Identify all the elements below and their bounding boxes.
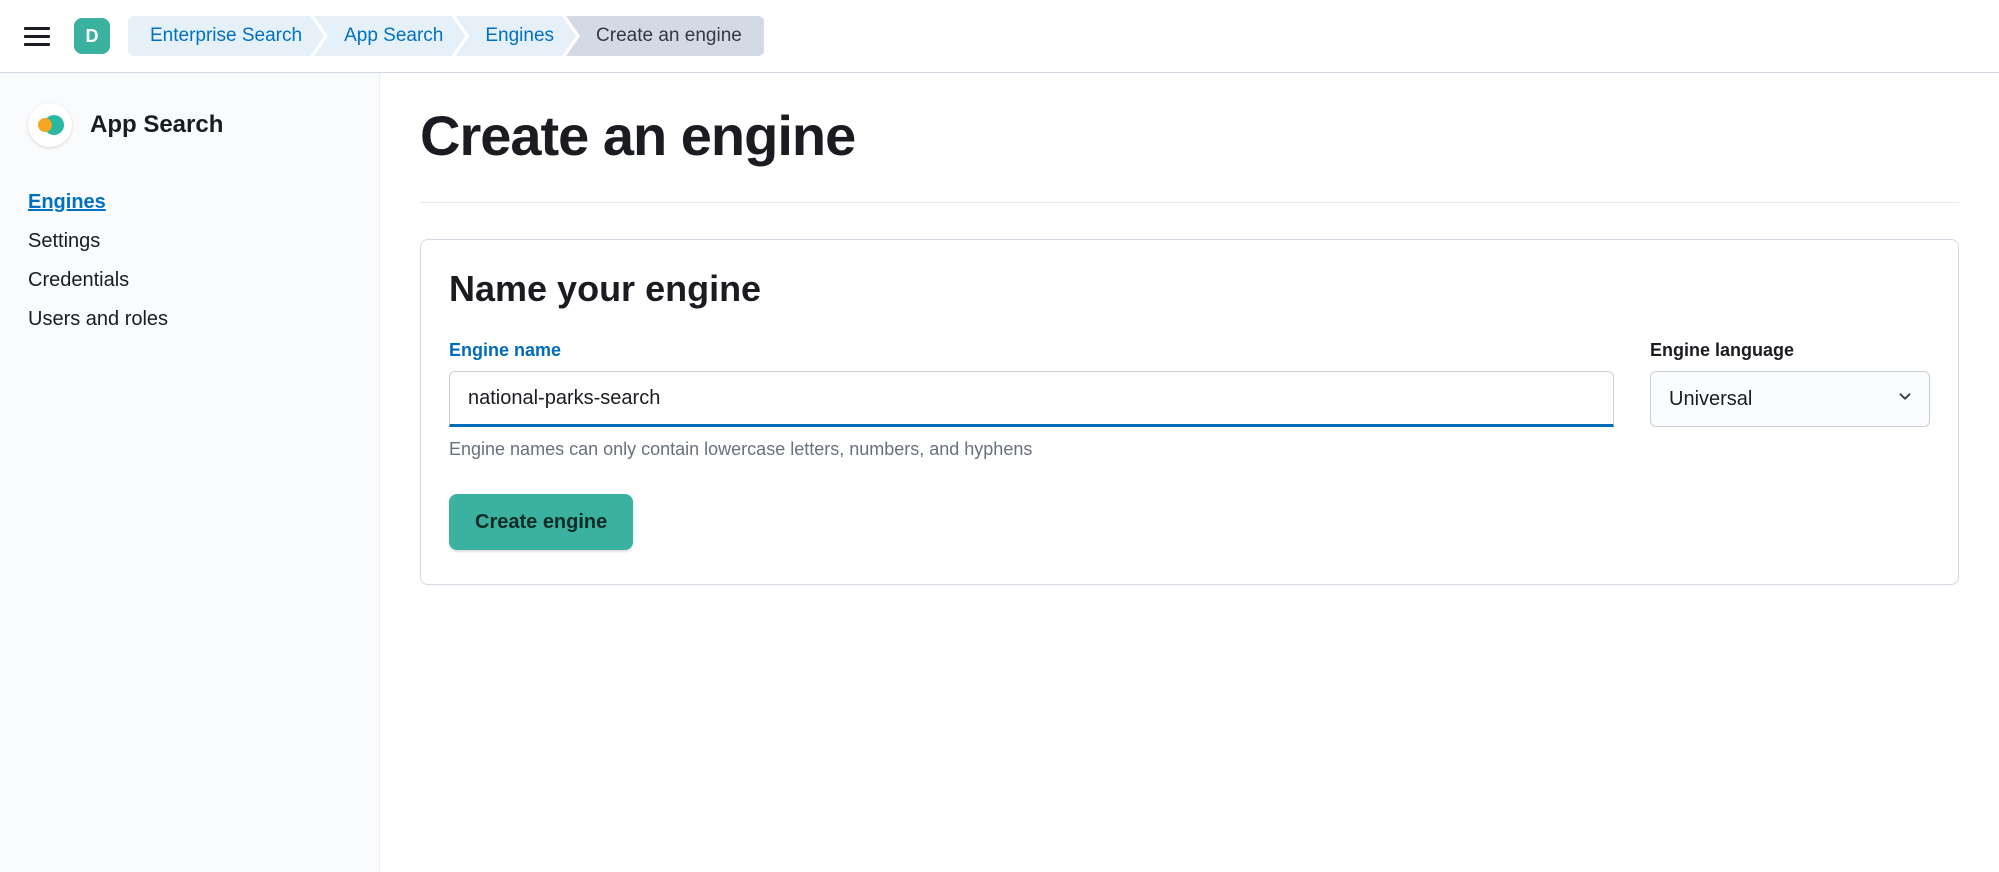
form-row: Engine name Engine names can only contai… (449, 340, 1930, 460)
breadcrumb: Enterprise Search App Search Engines Cre… (128, 16, 764, 56)
create-engine-panel: Name your engine Engine name Engine name… (420, 239, 1959, 585)
panel-title: Name your engine (449, 268, 1930, 310)
breadcrumb-create-engine: Create an engine (566, 16, 764, 56)
avatar[interactable]: D (74, 18, 110, 54)
sidebar-title: App Search (90, 111, 223, 139)
breadcrumb-engines[interactable]: Engines (455, 16, 576, 56)
sidebar-nav: Engines Settings Credentials Users and r… (28, 191, 351, 331)
main-content: Create an engine Name your engine Engine… (380, 73, 1999, 872)
sidebar-item-users-roles[interactable]: Users and roles (28, 308, 351, 331)
app-search-logo-icon (28, 103, 72, 147)
breadcrumb-enterprise-search[interactable]: Enterprise Search (128, 16, 324, 56)
sidebar: App Search Engines Settings Credentials … (0, 73, 380, 872)
sidebar-item-engines[interactable]: Engines (28, 191, 351, 214)
page-title: Create an engine (420, 103, 1959, 168)
create-engine-button[interactable]: Create engine (449, 494, 633, 550)
sidebar-item-credentials[interactable]: Credentials (28, 269, 351, 292)
avatar-initial: D (86, 26, 99, 47)
engine-language-group: Engine language Universal (1650, 340, 1930, 427)
engine-name-help: Engine names can only contain lowercase … (449, 439, 1614, 460)
divider (420, 202, 1959, 203)
sidebar-item-settings[interactable]: Settings (28, 230, 351, 253)
sidebar-header: App Search (28, 103, 351, 147)
engine-name-group: Engine name Engine names can only contai… (449, 340, 1614, 460)
breadcrumb-app-search[interactable]: App Search (314, 16, 465, 56)
engine-language-label: Engine language (1650, 340, 1930, 361)
engine-language-select[interactable]: Universal (1650, 371, 1930, 427)
engine-name-label: Engine name (449, 340, 1614, 361)
menu-toggle-button[interactable] (20, 18, 56, 54)
topbar: D Enterprise Search App Search Engines C… (0, 0, 1999, 73)
engine-name-input[interactable] (449, 371, 1614, 427)
